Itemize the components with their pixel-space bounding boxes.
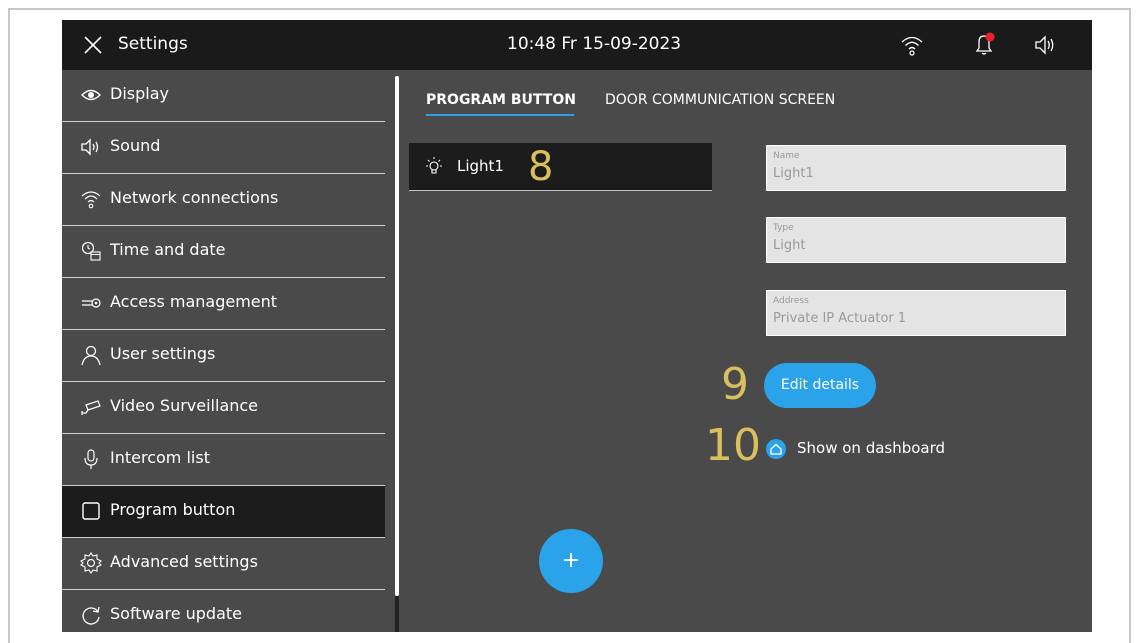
sidebar-item-user-settings[interactable]: User settings: [62, 330, 385, 382]
speaker-icon[interactable]: [1032, 32, 1058, 58]
device-screen: Settings 10:48 Fr 15-09-2023 Display Sou…: [62, 20, 1092, 632]
sidebar-item-label: Advanced settings: [110, 552, 258, 571]
field-value: Private IP Actuator 1: [773, 311, 907, 326]
sidebar-item-label: Video Surveillance: [110, 396, 259, 415]
tab-program-button[interactable]: PROGRAM BUTTON: [426, 92, 576, 116]
page-title: Settings: [118, 34, 188, 54]
wifi-icon: [81, 191, 101, 209]
home-icon: [770, 443, 782, 455]
scrollbar-track: [395, 596, 399, 632]
sidebar-item-label: Network connections: [110, 188, 279, 207]
type-field[interactable]: Type Light: [766, 217, 1066, 263]
sidebar-item-label: Intercom list: [110, 448, 210, 467]
sidebar-item-advanced-settings[interactable]: Advanced settings: [62, 538, 385, 590]
tab-door-communication-screen[interactable]: DOOR COMMUNICATION SCREEN: [605, 92, 835, 108]
sidebar-item-label: Sound: [110, 136, 161, 155]
tab-label: PROGRAM BUTTON: [426, 92, 576, 108]
sidebar-item-label: User settings: [110, 344, 216, 363]
speaker-icon: [81, 138, 99, 156]
field-label: Address: [773, 296, 809, 306]
active-tab-underline: [426, 114, 574, 116]
square-icon: [82, 502, 100, 520]
annotation-10: 10: [705, 420, 761, 471]
refresh-icon: [82, 606, 100, 625]
show-on-dashboard-label: Show on dashboard: [797, 439, 946, 457]
sidebar-scrollbar[interactable]: [395, 76, 399, 596]
sidebar-item-software-update[interactable]: Software update: [62, 590, 385, 632]
user-icon: [81, 345, 101, 366]
wifi-icon[interactable]: [900, 32, 924, 58]
name-field[interactable]: Name Light1: [766, 145, 1066, 191]
bulb-icon: [426, 157, 442, 174]
sidebar-item-label: Time and date: [110, 240, 226, 259]
bell-icon[interactable]: [972, 32, 996, 58]
field-label: Type: [773, 223, 794, 233]
key-icon: [82, 298, 101, 308]
sidebar-item-network[interactable]: Network connections: [62, 174, 385, 226]
sidebar-item-video-surveillance[interactable]: Video Surveillance: [62, 382, 385, 434]
annotation-9: 9: [721, 359, 749, 410]
sidebar-item-sound[interactable]: Sound: [62, 122, 385, 174]
top-bar: Settings 10:48 Fr 15-09-2023: [62, 20, 1092, 70]
annotation-8: 8: [528, 144, 554, 190]
notification-dot: [985, 32, 995, 42]
show-on-dashboard-checkbox[interactable]: [766, 439, 786, 459]
list-item-label: Light1: [457, 157, 504, 175]
sidebar-item-intercom-list[interactable]: Intercom list: [62, 434, 385, 486]
tab-label: DOOR COMMUNICATION SCREEN: [605, 92, 836, 108]
sidebar-item-display[interactable]: Display: [62, 70, 385, 122]
sidebar-item-label: Program button: [110, 500, 236, 519]
clock-date: 10:48 Fr 15-09-2023: [507, 34, 682, 54]
field-value: Light1: [773, 166, 814, 181]
sidebar-item-label: Display: [110, 84, 169, 103]
settings-sidebar: Display Sound Network connections Time a…: [62, 70, 385, 632]
camera-icon: [81, 400, 101, 415]
clock-calendar-icon: [81, 241, 101, 261]
microphone-icon: [84, 449, 98, 469]
field-label: Name: [773, 151, 800, 161]
sidebar-item-time-date[interactable]: Time and date: [62, 226, 385, 278]
eye-icon: [81, 89, 101, 101]
address-field[interactable]: Address Private IP Actuator 1: [766, 290, 1066, 336]
sidebar-item-access[interactable]: Access management: [62, 278, 385, 330]
sidebar-item-label: Software update: [110, 604, 242, 623]
list-item-light1[interactable]: Light1: [409, 143, 712, 191]
edit-details-button[interactable]: Edit details: [764, 363, 876, 408]
close-icon[interactable]: [82, 34, 104, 56]
gear-icon: [80, 552, 102, 574]
field-value: Light: [773, 238, 806, 253]
sidebar-item-program-button[interactable]: Program button: [62, 486, 385, 538]
sidebar-item-label: Access management: [110, 292, 278, 311]
add-button[interactable]: +: [539, 529, 603, 593]
